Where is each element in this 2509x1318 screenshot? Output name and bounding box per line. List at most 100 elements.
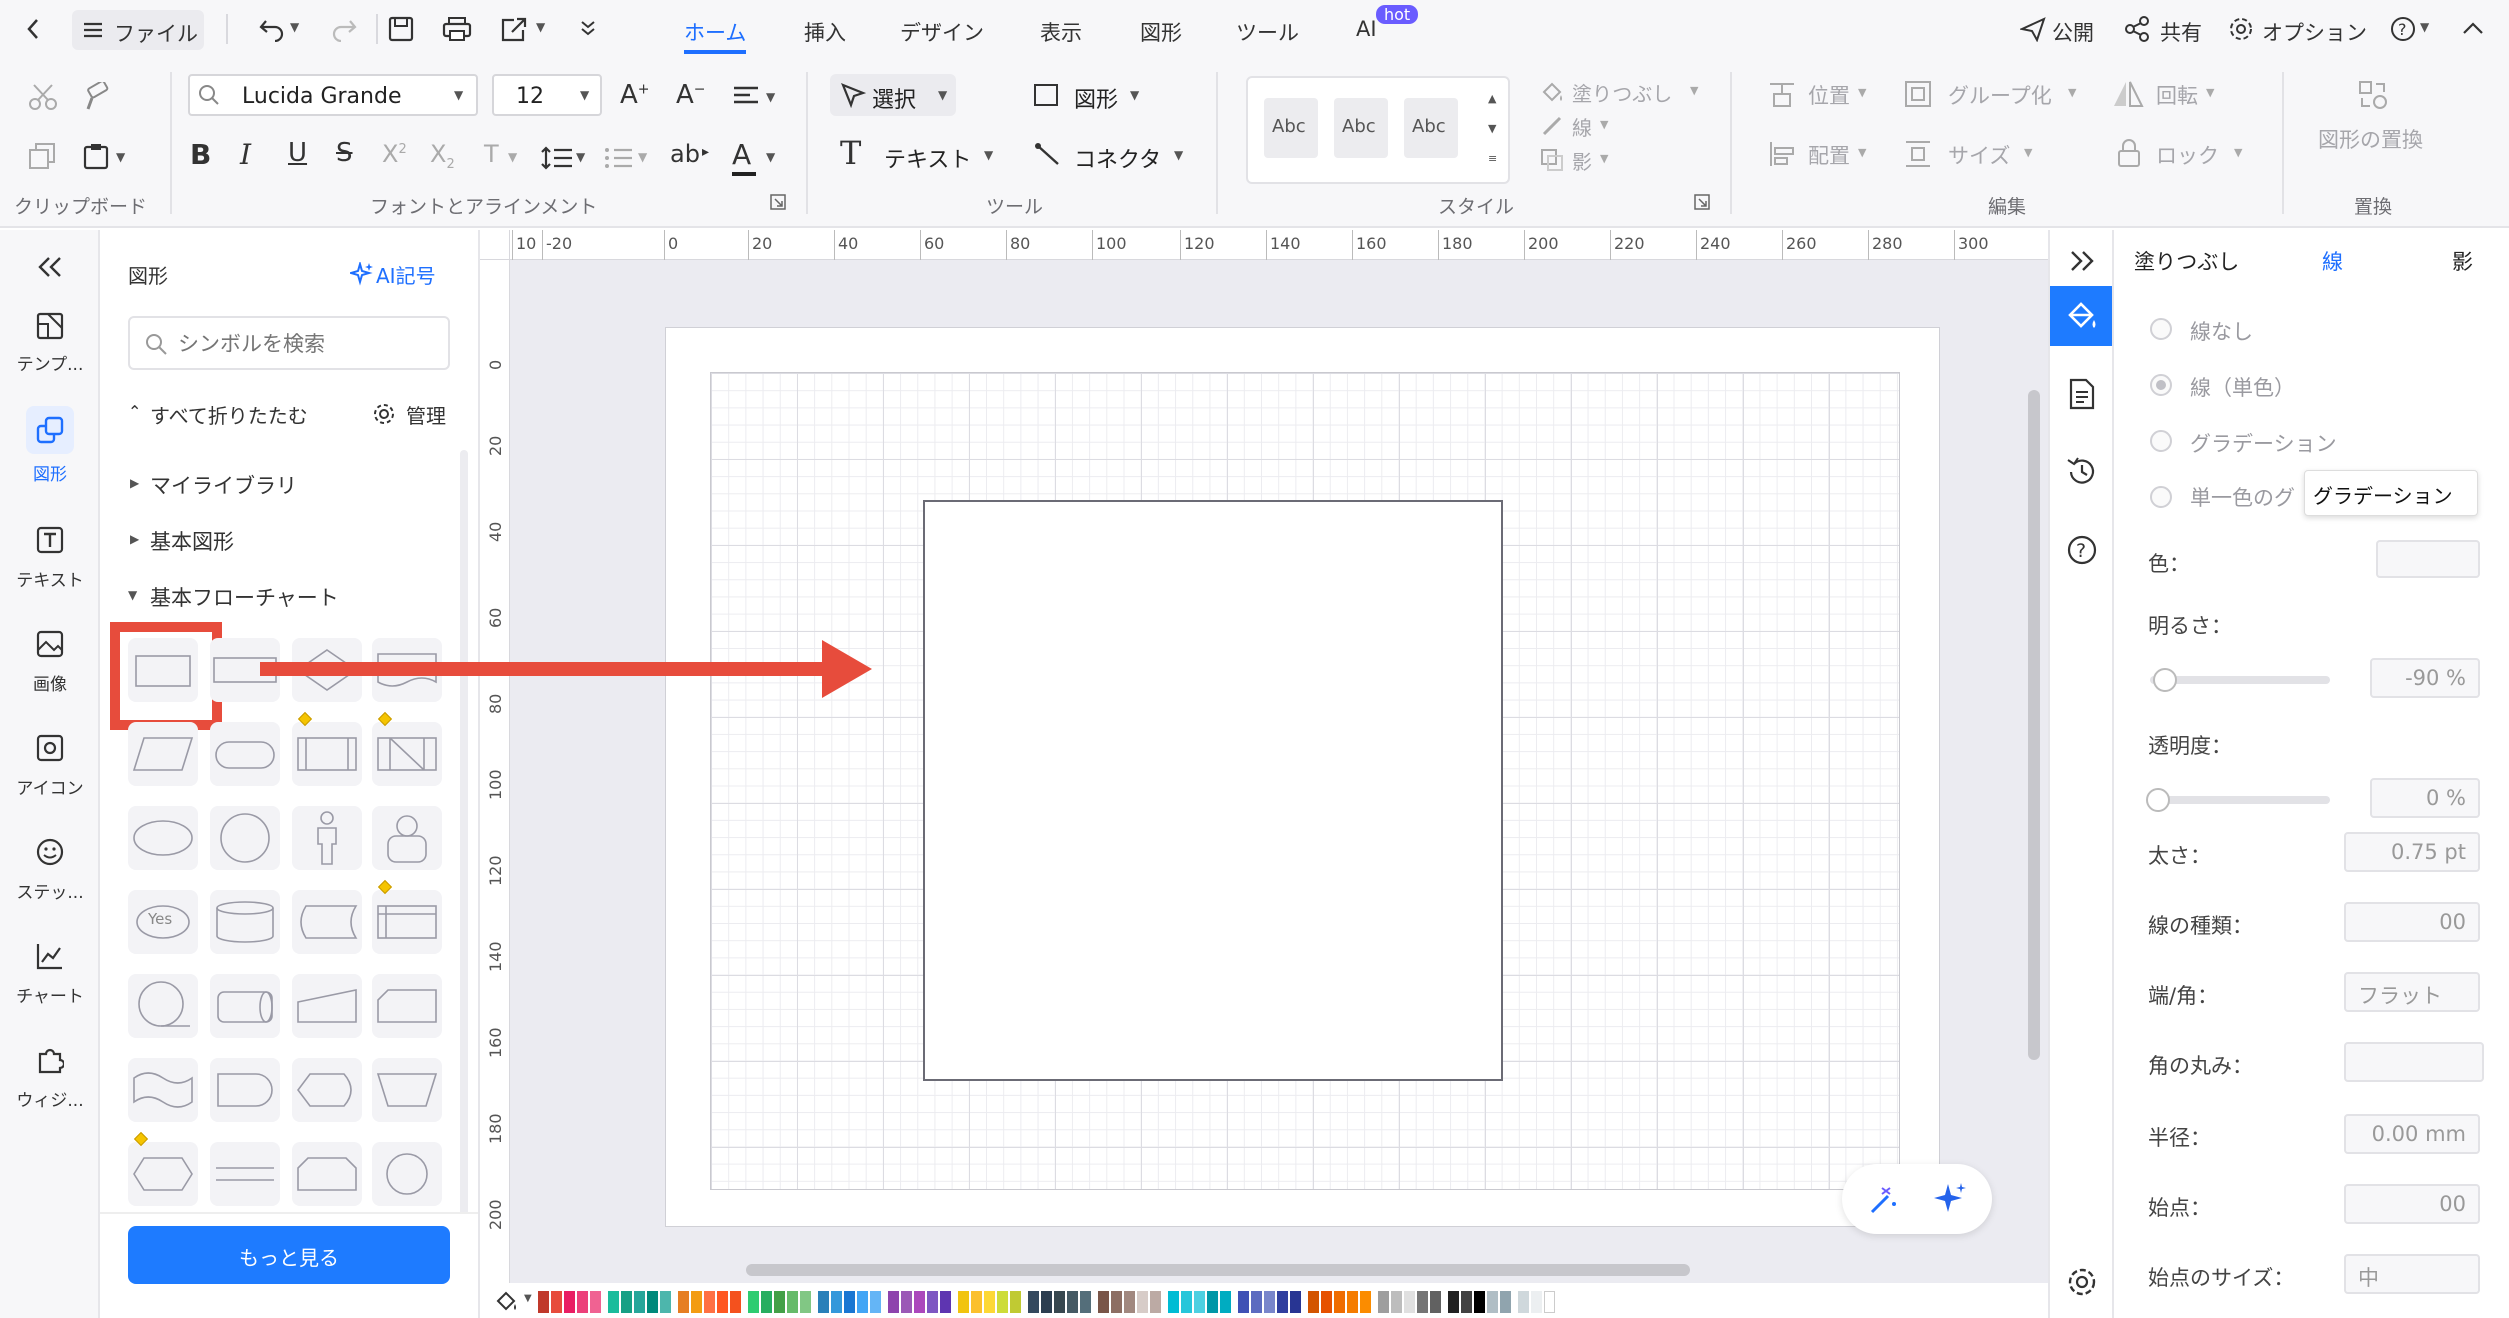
bold-icon[interactable]: B [190, 138, 211, 171]
font-size-select[interactable]: 12 ▼ [492, 74, 602, 116]
brightness-slider-thumb[interactable] [2153, 668, 2177, 692]
palette-swatch[interactable] [831, 1291, 842, 1313]
radio-solid-line[interactable] [2150, 374, 2172, 396]
share-button[interactable]: 共有 [2160, 17, 2202, 47]
linetype-select[interactable]: 00 [2344, 902, 2480, 942]
tab-home[interactable]: ホーム [684, 17, 746, 47]
flowchart-shape-ellipse[interactable] [128, 806, 198, 870]
flowchart-shape-rect[interactable] [128, 638, 198, 702]
underline-icon[interactable]: U [288, 138, 307, 168]
palette-swatch[interactable] [1124, 1291, 1135, 1313]
help-icon[interactable]: ? [2066, 534, 2098, 566]
palette-swatch[interactable] [1137, 1291, 1148, 1313]
text-tool-button[interactable]: T テキスト ▼ [840, 134, 1010, 176]
canvas-horizontal-scrollbar[interactable] [746, 1264, 1690, 1276]
rotate-icon[interactable] [2112, 80, 2144, 108]
flowchart-shape-stored-data[interactable] [292, 890, 362, 954]
start-size-select[interactable]: 中 [2344, 1254, 2480, 1294]
palette-swatch[interactable] [1448, 1291, 1459, 1313]
redo-icon[interactable] [330, 16, 358, 42]
flowchart-shape-cylinder[interactable] [210, 890, 280, 954]
font-color-icon[interactable]: A [732, 138, 751, 171]
connector-tool-button[interactable]: コネクタ ▼ [1030, 134, 1200, 176]
more-chevron-icon[interactable] [580, 20, 596, 38]
palette-swatch[interactable] [844, 1291, 855, 1313]
palette-swatch[interactable] [1544, 1291, 1555, 1313]
tab-ai[interactable]: AI [1356, 17, 1377, 41]
tab-view[interactable]: 表示 [1040, 17, 1082, 47]
palette-swatch[interactable] [577, 1291, 588, 1313]
flowchart-shape-drum[interactable] [210, 974, 280, 1038]
palette-swatch[interactable] [704, 1291, 715, 1313]
brightness-input[interactable]: -90 % [2370, 658, 2480, 698]
shape-tool-button[interactable]: 図形 ▼ [1030, 74, 1160, 116]
position-icon[interactable] [1768, 80, 1796, 108]
width-input[interactable]: 0.75 pt [2344, 832, 2480, 872]
collapse-panel-icon[interactable] [36, 256, 64, 278]
search-input[interactable] [178, 328, 438, 360]
style-preset-1[interactable]: Abc [1264, 98, 1318, 158]
palette-swatch[interactable] [564, 1291, 575, 1313]
page-settings-icon[interactable] [2068, 378, 2096, 410]
ai-symbol-button[interactable]: AI記号 [376, 260, 436, 289]
palette-swatch[interactable] [818, 1291, 829, 1313]
flowchart-shape-yes[interactable]: Yes [128, 890, 198, 954]
paste-dropdown-icon[interactable]: ▼ [116, 150, 125, 164]
palette-swatch[interactable] [888, 1291, 899, 1313]
text-case-icon[interactable]: ab [670, 140, 700, 168]
palette-swatch[interactable] [678, 1291, 689, 1313]
palette-swatch[interactable] [1251, 1291, 1262, 1313]
transparency-slider-thumb[interactable] [2146, 788, 2170, 812]
manage-button[interactable]: 管理 [406, 400, 446, 429]
palette-swatch[interactable] [1347, 1291, 1358, 1313]
rail-widgets[interactable]: ウィジ... [0, 1046, 100, 1126]
palette-swatch[interactable] [1238, 1291, 1249, 1313]
select-tool-button[interactable]: 選択 ▼ [830, 74, 956, 116]
rail-text[interactable]: テキスト [0, 526, 100, 606]
palette-swatch[interactable] [1181, 1291, 1192, 1313]
flowchart-shape-user[interactable] [372, 806, 442, 870]
flowchart-shape-display[interactable] [292, 1058, 362, 1122]
palette-swatch[interactable] [958, 1291, 969, 1313]
arrange-icon[interactable] [1768, 140, 1796, 168]
palette-swatch[interactable] [940, 1291, 951, 1313]
decrease-font-icon[interactable]: A− [676, 80, 706, 110]
palette-swatch[interactable] [1461, 1291, 1472, 1313]
section-basic-shapes[interactable]: 基本図形 [150, 526, 234, 556]
radio-no-line[interactable] [2150, 318, 2172, 340]
print-icon[interactable] [442, 16, 472, 42]
fill-button[interactable]: 塗りつぶし [1572, 78, 1672, 107]
undo-dropdown-icon[interactable]: ▼ [290, 20, 299, 34]
shadow-icon[interactable] [1540, 148, 1564, 172]
text-format-icon[interactable]: T [484, 140, 499, 168]
corner-round-select[interactable] [2344, 1042, 2484, 1082]
undo-icon[interactable] [258, 16, 286, 42]
export-icon[interactable] [500, 16, 528, 42]
lock-icon[interactable] [2116, 138, 2142, 168]
tab-insert[interactable]: 挿入 [804, 17, 846, 47]
gear-icon[interactable] [372, 402, 396, 426]
save-icon[interactable] [388, 16, 414, 42]
style-preset-2[interactable]: Abc [1334, 98, 1388, 158]
palette-swatch[interactable] [1417, 1291, 1428, 1313]
lock-button[interactable]: ロック [2156, 140, 2219, 170]
rotate-button[interactable]: 回転 [2156, 80, 2198, 110]
canvas-vertical-scrollbar[interactable] [2028, 390, 2040, 1060]
flowchart-shape-offpage[interactable] [372, 974, 442, 1038]
fill-bucket-icon[interactable] [1540, 80, 1564, 104]
help-icon[interactable]: ? [2390, 16, 2416, 42]
gallery-up-icon[interactable]: ▲ [1488, 92, 1496, 105]
palette-swatch[interactable] [1404, 1291, 1415, 1313]
tab-tools[interactable]: ツール [1236, 17, 1299, 47]
palette-swatch[interactable] [774, 1291, 785, 1313]
fill-bucket-icon[interactable] [494, 1289, 522, 1315]
share-icon[interactable] [2124, 16, 2150, 42]
palette-swatch[interactable] [1150, 1291, 1161, 1313]
palette-swatch[interactable] [1430, 1291, 1441, 1313]
palette-swatch[interactable] [551, 1291, 562, 1313]
group-button[interactable]: グループ化 [1948, 80, 2052, 110]
palette-swatch[interactable] [1308, 1291, 1319, 1313]
flowchart-shape-circle2[interactable] [372, 1142, 442, 1206]
palette-swatch[interactable] [984, 1291, 995, 1313]
tab-line[interactable]: 線 [2322, 246, 2343, 276]
